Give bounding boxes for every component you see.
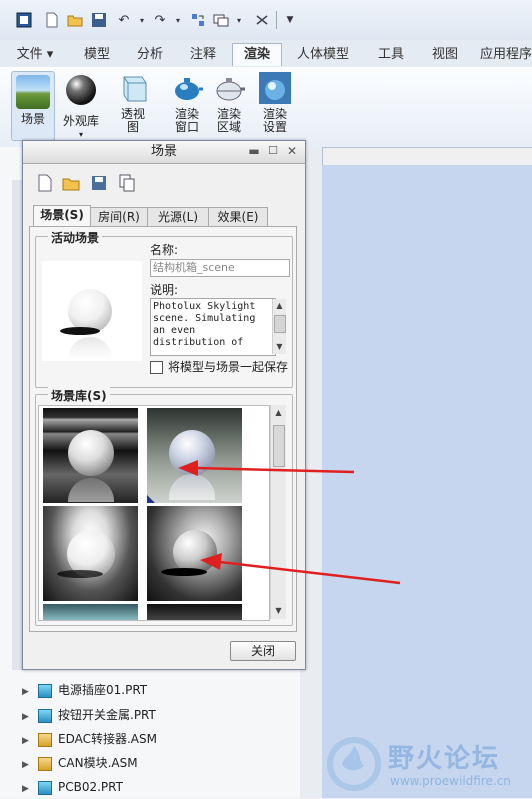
annotation-arrows — [178, 460, 401, 585]
annotation-arrow-1 — [178, 460, 355, 476]
annotation-arrow-2 — [200, 553, 401, 585]
